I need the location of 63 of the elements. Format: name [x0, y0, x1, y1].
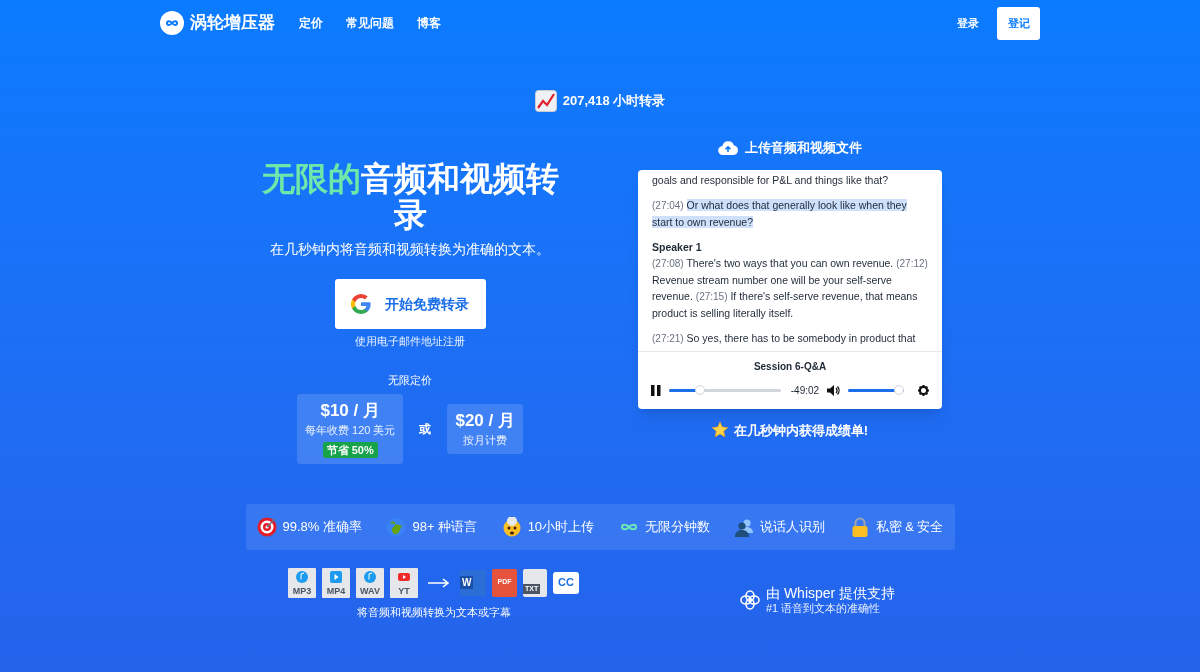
- pause-icon[interactable]: [651, 384, 661, 396]
- tagline: 在几秒钟内获得成绩单!: [733, 421, 869, 440]
- chart-increasing-icon: [534, 90, 557, 112]
- signup-button[interactable]: 登记: [997, 6, 1040, 40]
- media-icon: [329, 569, 343, 584]
- plan-price: $10 / 月: [320, 400, 380, 422]
- remaining-time: -49:02: [790, 383, 820, 398]
- nav-link[interactable]: 定价: [299, 14, 323, 32]
- plan-price: $20 / 月: [455, 409, 515, 432]
- or-text: 或: [419, 420, 432, 438]
- right-arrow-icon: [428, 577, 450, 588]
- pricing-label: 无限定价: [388, 372, 432, 388]
- nav-link[interactable]: 博客: [417, 14, 441, 32]
- infinity-logo-icon: [160, 11, 184, 35]
- file-icon: YT: [390, 567, 418, 598]
- target-icon: [256, 516, 277, 537]
- transcript-paragraph: goals and responsible for P&L and things like that?: [652, 172, 889, 188]
- accuracy-note: #1 语音到文本的准确性: [766, 601, 882, 615]
- formats-caption: 将音频和视频转换为文本或字幕: [356, 604, 511, 620]
- plan-billing: 每年收费 120 美元: [305, 423, 396, 438]
- file-icon: MP4: [322, 567, 350, 598]
- settings-icon[interactable]: [918, 384, 929, 396]
- cloud-upload-icon: [718, 139, 738, 156]
- media-icon: [363, 569, 377, 584]
- users-icon: [734, 516, 755, 537]
- file-icon: MP3: [288, 567, 316, 598]
- hero-title: 无限的音频和视频转录: [260, 161, 560, 233]
- email-signup-note: 使用电子邮件地址注册: [355, 334, 465, 349]
- globe-icon: [386, 516, 407, 537]
- mind-blown-icon: [501, 516, 522, 537]
- start-transcribing-button[interactable]: 开始免费转录: [334, 279, 486, 329]
- closed-captions-icon: CC: [553, 571, 579, 594]
- word-document-icon: W: [460, 569, 486, 596]
- feature-text: 无限分钟数: [644, 517, 710, 536]
- feature-text: 私密 & 安全: [875, 517, 944, 536]
- progress-slider[interactable]: [669, 385, 781, 395]
- hero-subtitle: 在几秒钟内将音频和视频转换为准确的文本。: [270, 240, 550, 259]
- powered-by-whisper: 由 Whisper 提供支持: [766, 584, 896, 602]
- price-card[interactable]: $20 / 月 按月计费: [447, 403, 523, 454]
- volume-slider[interactable]: [848, 385, 904, 395]
- feature-text: 说话人识别: [760, 517, 826, 536]
- nav-link[interactable]: 常见问题: [346, 14, 394, 32]
- media-icon: [295, 569, 309, 584]
- knot-logo-icon: [739, 588, 761, 611]
- price-card[interactable]: $10 / 月 每年收费 120 美元 节省 50%: [297, 394, 404, 464]
- star-icon: [711, 422, 728, 439]
- upload-files-label[interactable]: 上传音频和视频文件: [745, 138, 862, 158]
- volume-icon[interactable]: [827, 384, 841, 396]
- feature-text: 98+ 种语言: [412, 517, 478, 536]
- file-icon: WAV: [356, 567, 384, 598]
- hours-transcribed-stat: 207,418 小时转录: [562, 92, 666, 111]
- transcript-paragraph: (27:21) So yes, there has to be somebody in product that: [652, 330, 917, 346]
- session-title: Session 6-Q&A: [752, 359, 828, 374]
- transcript-paragraph: (27:04) Or what does that generally look like when they start to own revenue?: [652, 197, 908, 230]
- discount-badge: 节省 50%: [322, 441, 378, 458]
- logo-text[interactable]: 涡轮增压器: [190, 10, 275, 36]
- login-link[interactable]: 登录: [957, 14, 979, 32]
- transcript-paragraph: (27:08) There's two ways that you can own revenue. (27:12) Revenue stream number one will be your self-serve revenue. (27:15) If there's self-serve revenue, that means product is selling literally itself.: [652, 255, 928, 321]
- google-g-icon: [351, 294, 371, 314]
- plan-billing: 按月计费: [463, 432, 508, 448]
- speaker-name: Speaker 1: [652, 239, 703, 255]
- feature-text: 99.8% 准确率: [282, 517, 362, 536]
- feature-text: 10小时上传: [527, 517, 595, 536]
